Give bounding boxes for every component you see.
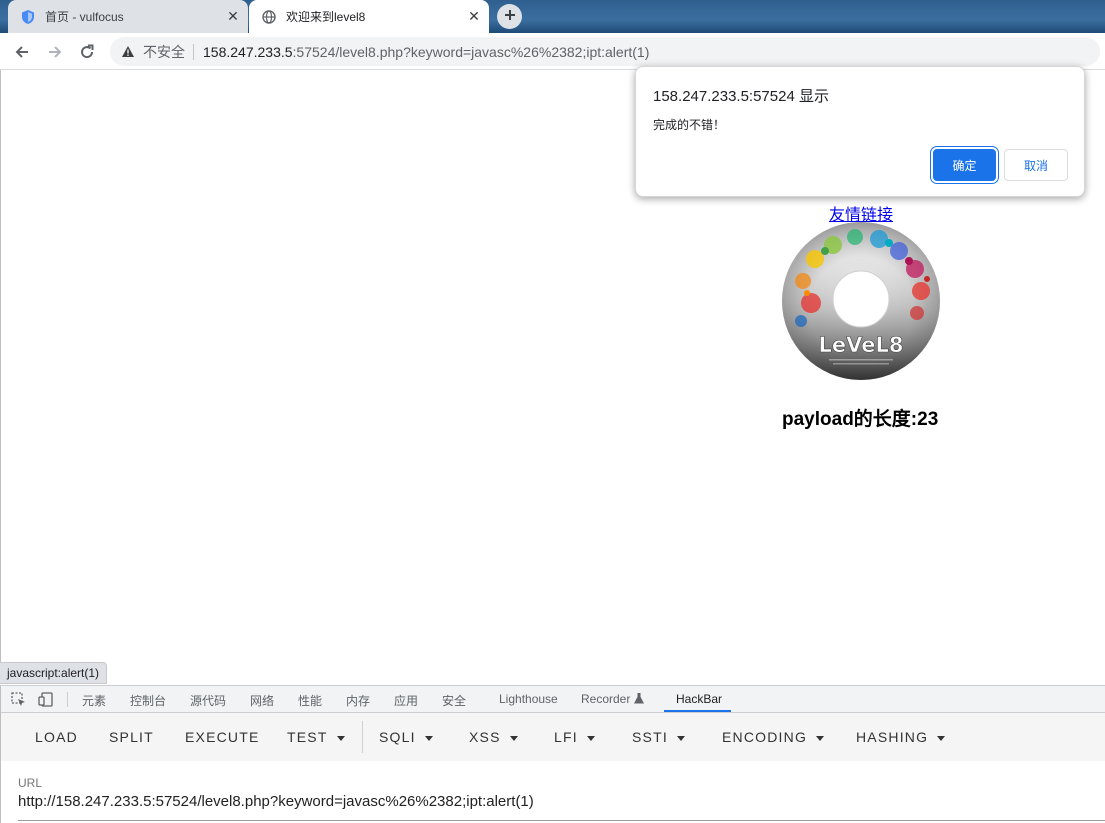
close-icon[interactable]: ✕ xyxy=(224,8,242,26)
hashing-dropdown-label: HASHING xyxy=(856,729,929,745)
lfi-dropdown[interactable]: LFI xyxy=(554,729,595,745)
arrow-right-icon xyxy=(49,46,62,58)
encoding-dropdown[interactable]: ENCODING xyxy=(722,729,825,745)
caret-down-icon xyxy=(336,735,345,741)
caret-down-icon xyxy=(676,735,685,741)
ok-button[interactable]: 确定 xyxy=(933,149,996,181)
flask-icon xyxy=(633,692,644,706)
tab-security[interactable]: 安全 xyxy=(442,692,466,709)
level8-logo-text: LeVeL8 xyxy=(819,333,904,357)
ssti-dropdown-label: SSTI xyxy=(632,729,668,745)
divider xyxy=(67,692,68,707)
tab-sources[interactable]: 源代码 xyxy=(190,692,226,709)
hackbar-toolbar: LOAD SPLIT EXECUTE TEST SQLI XSS LFI SST… xyxy=(1,713,1105,761)
url-path: :57524/level8.php?keyword=javasc%26%2382… xyxy=(292,43,650,60)
security-label[interactable]: 不安全 xyxy=(143,42,185,62)
alert-dialog: 158.247.233.5:57524 显示 完成的不错！ 确定 取消 xyxy=(635,66,1085,197)
warning-icon[interactable] xyxy=(120,44,136,60)
dialog-message: 完成的不错！ xyxy=(653,118,726,132)
tab-memory[interactable]: 内存 xyxy=(346,692,370,709)
reload-icon xyxy=(81,44,94,59)
devtools-tab-bar: 元素 控制台 源代码 网络 性能 内存 应用 安全 Lighthouse Rec… xyxy=(1,686,1105,713)
tab-application[interactable]: 应用 xyxy=(394,692,418,709)
payload-length-heading: payload的长度:23 xyxy=(782,409,939,430)
divider xyxy=(193,43,194,60)
shield-icon xyxy=(20,9,36,25)
browser-toolbar: 不安全 158.247.233.5:57524/level8.php?keywo… xyxy=(0,33,1105,70)
close-icon[interactable]: ✕ xyxy=(465,8,483,26)
caret-down-icon xyxy=(424,735,433,741)
caret-down-icon xyxy=(937,735,946,741)
divider xyxy=(362,721,363,753)
inspect-element-icon[interactable] xyxy=(10,691,26,707)
device-toolbar-icon[interactable] xyxy=(37,691,53,707)
browser-tab-level8[interactable]: 欢迎来到level8 ✕ xyxy=(249,0,489,33)
execute-button[interactable]: EXECUTE xyxy=(185,729,260,745)
url-field[interactable]: http://158.247.233.5:57524/level8.php?ke… xyxy=(18,793,534,810)
active-tab-indicator xyxy=(664,710,731,712)
test-dropdown-label: TEST xyxy=(287,729,328,745)
caret-down-icon xyxy=(509,735,518,741)
arrow-left-icon xyxy=(15,46,28,58)
caret-down-icon xyxy=(816,735,825,741)
forward-button[interactable] xyxy=(42,39,68,65)
tab-recorder-label: Recorder xyxy=(581,692,631,706)
xss-dropdown[interactable]: XSS xyxy=(469,729,518,745)
tab-title: 欢迎来到level8 xyxy=(286,10,366,24)
dialog-title: 158.247.233.5:57524 显示 xyxy=(653,88,829,105)
reload-button[interactable] xyxy=(74,39,100,65)
back-button[interactable] xyxy=(9,39,35,65)
cancel-button[interactable]: 取消 xyxy=(1004,149,1068,181)
url-field-underline xyxy=(18,820,1105,821)
browser-tab-vulfocus[interactable]: 首页 - vulfocus ✕ xyxy=(8,0,248,33)
devtools-panel: 元素 控制台 源代码 网络 性能 内存 应用 安全 Lighthouse Rec… xyxy=(0,685,1105,823)
tab-elements[interactable]: 元素 xyxy=(82,692,106,709)
level8-cd-image: LeVeL8 xyxy=(782,222,940,380)
tab-strip: 首页 - vulfocus ✕ 欢迎来到level8 ✕ xyxy=(0,0,1105,33)
tab-hackbar[interactable]: HackBar xyxy=(676,692,722,706)
caret-down-icon xyxy=(586,735,595,741)
status-bubble: javascript:alert(1) xyxy=(0,662,108,684)
ssti-dropdown[interactable]: SSTI xyxy=(632,729,685,745)
url-field-label: URL xyxy=(18,776,43,790)
xss-dropdown-label: XSS xyxy=(469,729,501,745)
tab-title: 首页 - vulfocus xyxy=(45,10,124,24)
new-tab-button[interactable] xyxy=(497,4,522,29)
test-dropdown[interactable]: TEST xyxy=(287,729,345,745)
tab-console[interactable]: 控制台 xyxy=(130,692,166,709)
plus-icon xyxy=(504,8,516,26)
tab-lighthouse[interactable]: Lighthouse xyxy=(499,692,558,706)
tab-recorder[interactable]: Recorder xyxy=(581,692,644,706)
split-button[interactable]: SPLIT xyxy=(109,729,154,745)
sqli-dropdown-label: SQLI xyxy=(379,729,416,745)
globe-icon xyxy=(261,9,277,25)
url-host: 158.247.233.5 xyxy=(203,43,293,60)
tab-network[interactable]: 网络 xyxy=(250,692,274,709)
load-button[interactable]: LOAD xyxy=(35,729,78,745)
hashing-dropdown[interactable]: HASHING xyxy=(856,729,946,745)
tab-performance[interactable]: 性能 xyxy=(298,692,322,709)
encoding-dropdown-label: ENCODING xyxy=(722,729,808,745)
sqli-dropdown[interactable]: SQLI xyxy=(379,729,433,745)
lfi-dropdown-label: LFI xyxy=(554,729,578,745)
address-bar[interactable]: 不安全 158.247.233.5:57524/level8.php?keywo… xyxy=(110,37,1100,66)
